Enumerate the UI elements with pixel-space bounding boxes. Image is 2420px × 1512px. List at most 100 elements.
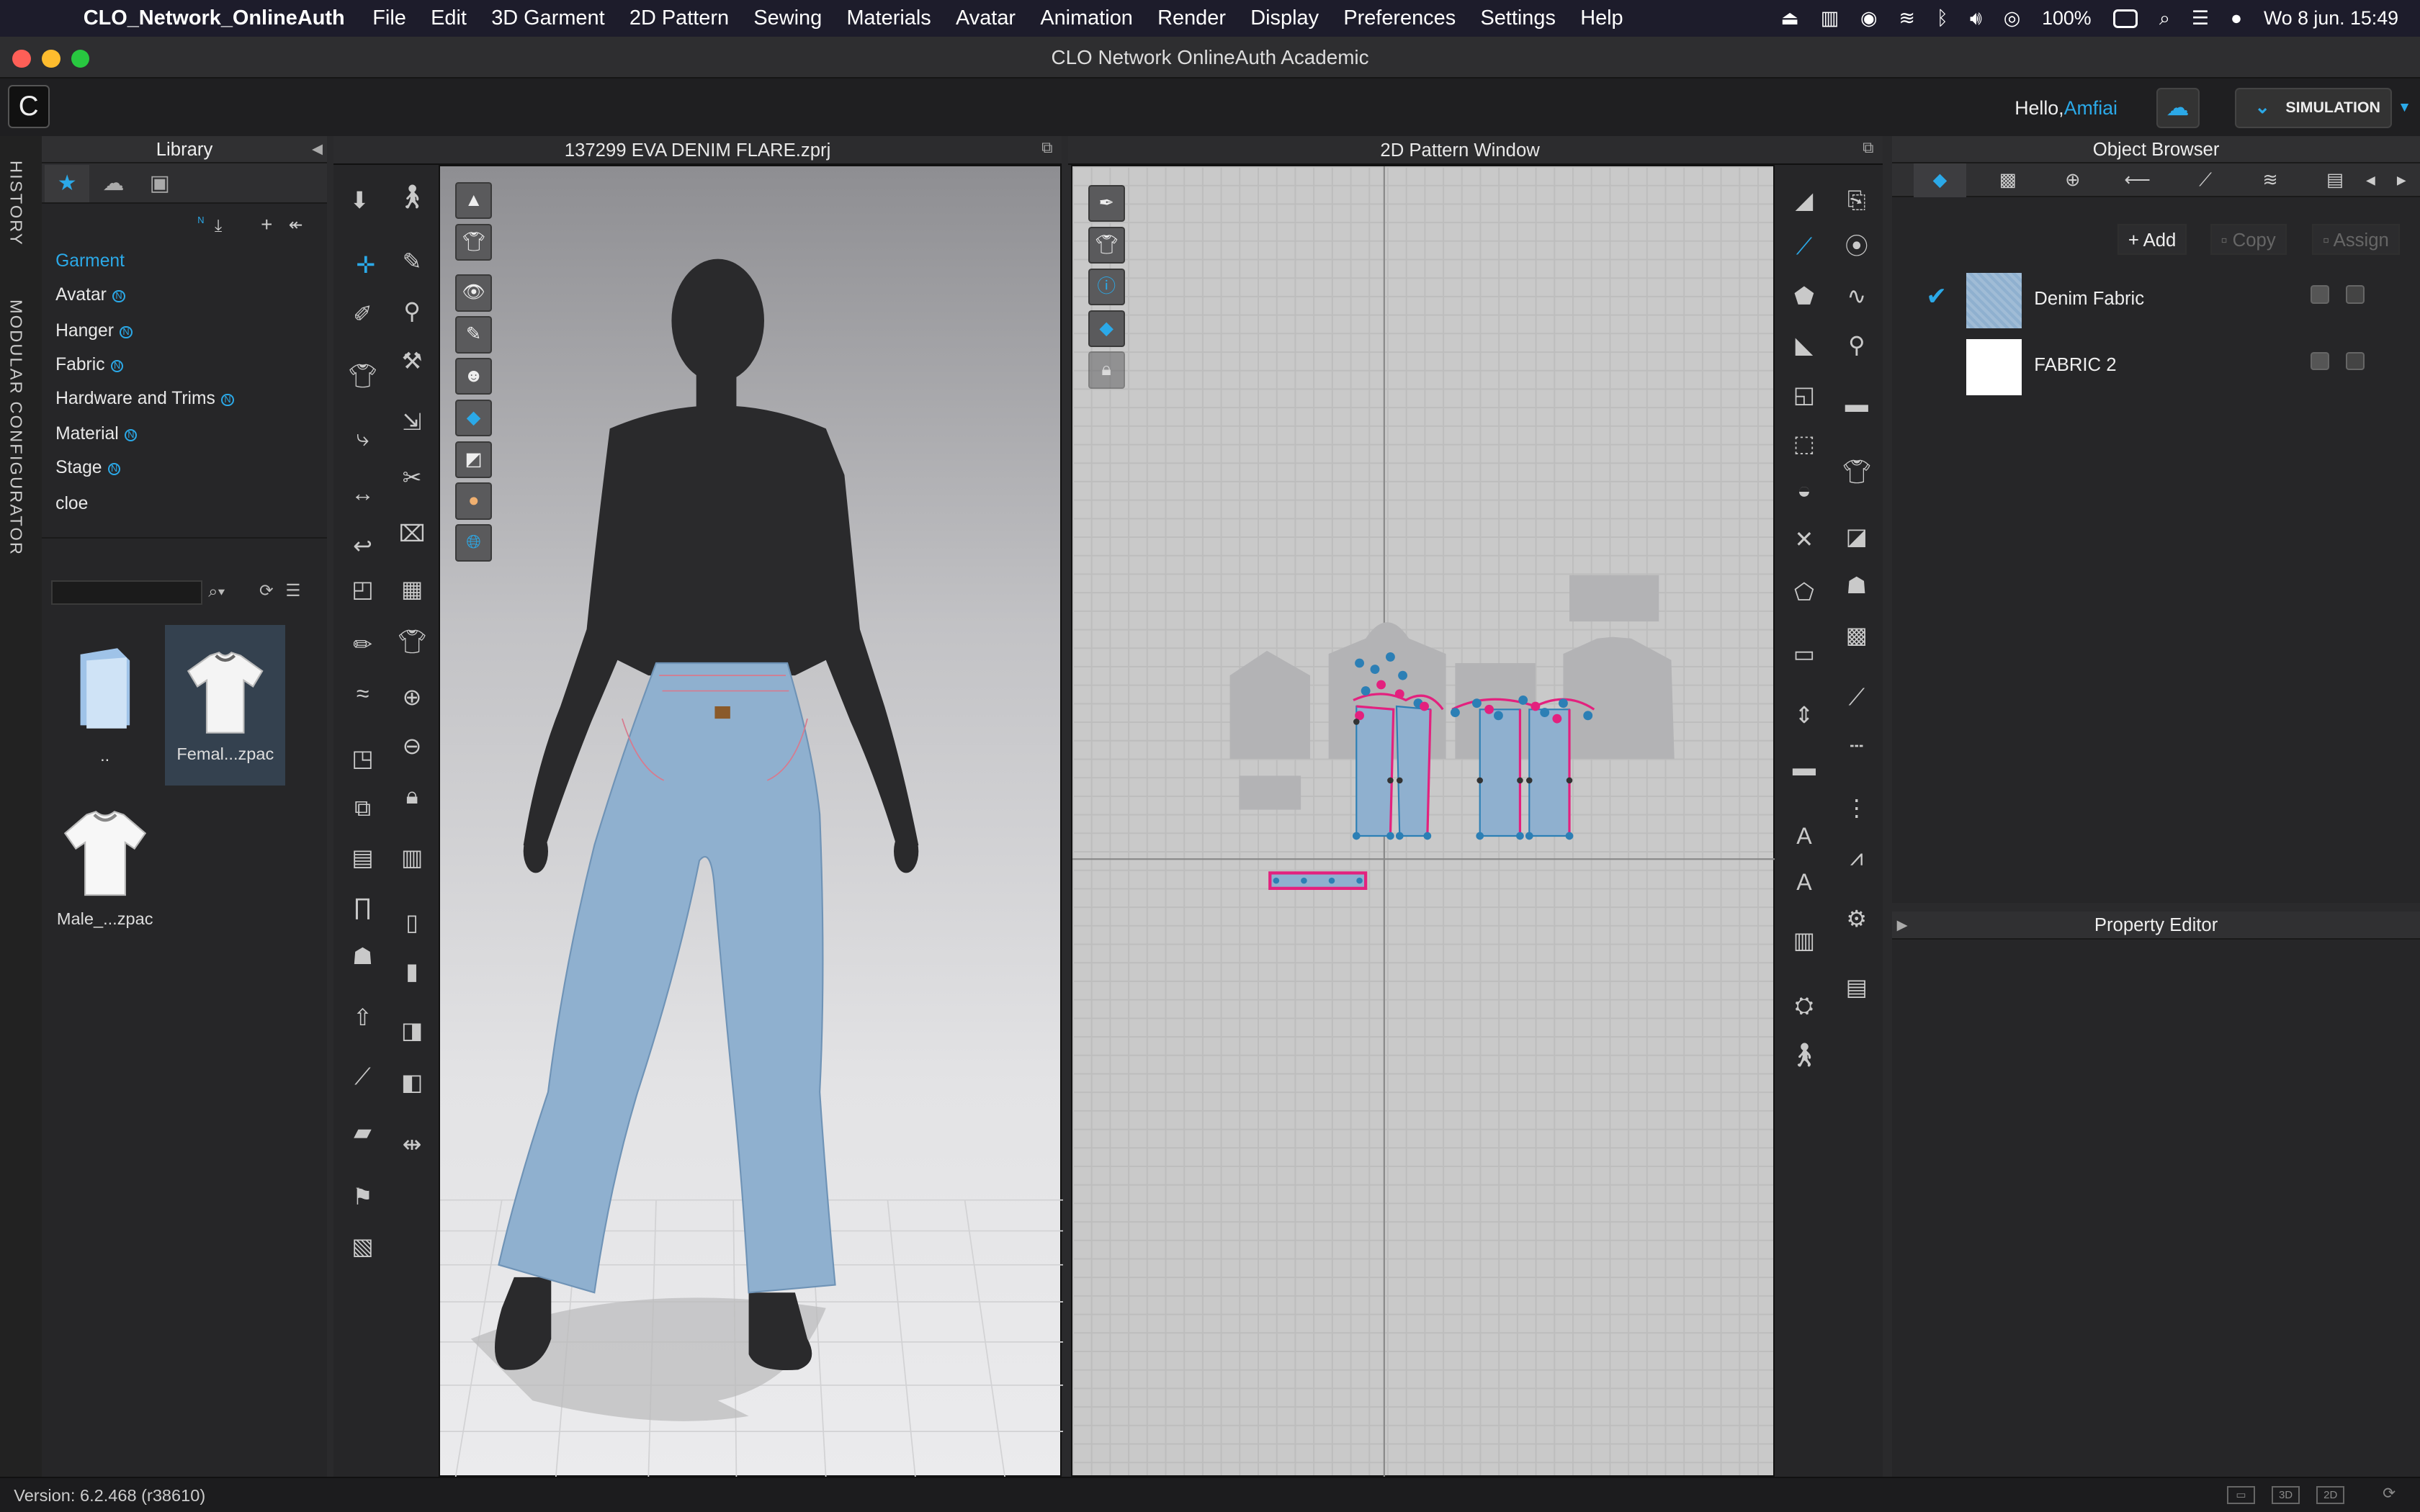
ruler-icon[interactable]: ⇕ — [1784, 696, 1824, 736]
avatar-3d-scene[interactable] — [439, 166, 1064, 1478]
store-bag-icon[interactable]: ▣ — [138, 165, 182, 202]
menu-animation[interactable]: Animation — [1040, 6, 1133, 30]
ruler-bend-icon[interactable]: ⟋ — [343, 1057, 383, 1097]
pattern-2d-window[interactable]: ✒ 👕︎ ⓘ ◆ 🔒︎ — [1071, 165, 1777, 1478]
fabric-copy-icon[interactable] — [2310, 351, 2329, 371]
gradient-icon[interactable]: ◨ — [392, 1011, 432, 1051]
library-search-input[interactable] — [50, 580, 202, 605]
show-pattern-icon[interactable]: ✎ — [454, 316, 493, 354]
edit-point-icon[interactable]: ⟋ — [1784, 227, 1824, 267]
buttonhole-icon[interactable]: ⊖ — [392, 726, 432, 767]
library-item-cloe[interactable]: cloe — [55, 494, 88, 514]
topstitch-tab-icon[interactable]: ⟋ — [2179, 163, 2232, 197]
cloud-library-icon[interactable]: ☁ — [91, 165, 135, 202]
transform-icon[interactable]: ⎘ — [1837, 181, 1877, 221]
library-file-male-zpac[interactable]: Male_...zpac — [45, 790, 165, 950]
expand-panel-icon[interactable]: ▶ — [1897, 917, 1908, 934]
puckering-tab-icon[interactable]: ≋ — [2244, 163, 2297, 197]
buttonhole-tab-icon[interactable]: ⟵ — [2111, 163, 2164, 197]
needle-icon[interactable]: ✂ — [392, 458, 432, 498]
run-icon[interactable]: ⇲ — [392, 402, 432, 443]
zipper-icon[interactable]: ⧉ — [343, 788, 383, 829]
show-fabric-icon[interactable]: ◆ — [454, 399, 493, 437]
search-icon[interactable]: ⌕▾ — [208, 582, 225, 601]
shaded-view-icon[interactable]: ▲ — [454, 181, 493, 220]
internal-polygon-icon[interactable]: ◱ — [1784, 375, 1824, 415]
pin-icon[interactable]: ⚲ — [392, 292, 432, 332]
rectangle-icon[interactable]: ◣ — [1784, 325, 1824, 366]
grid-pattern-icon[interactable]: ▩ — [1837, 616, 1877, 656]
pattern-canvas[interactable] — [1072, 166, 1777, 1478]
tape-icon[interactable]: ▰ — [343, 1112, 383, 1153]
library-file-parent-folder[interactable]: .. — [45, 626, 165, 787]
avatar-pattern-icon[interactable]: ☗ — [1837, 566, 1877, 606]
polygon-icon[interactable]: ⬟ — [1784, 276, 1824, 317]
pattern-lock-icon[interactable]: 🔒︎ — [1088, 351, 1125, 389]
bluetooth-icon[interactable]: ᛒ — [1937, 7, 1948, 30]
show-trims-icon[interactable]: ◩ — [454, 441, 493, 479]
popout-icon[interactable]: ⧉ — [1863, 139, 1873, 157]
lock-icon[interactable]: 🔒︎ — [392, 776, 432, 816]
clock[interactable]: Wo 8 jun. 15:49 — [2264, 7, 2398, 30]
shirt-check-icon[interactable]: 👕︎ — [392, 622, 432, 662]
sync-status-icon[interactable]: ⟳ — [2375, 1485, 2403, 1505]
graphic-tab-icon[interactable]: ▩ — [1981, 163, 2034, 197]
fabric-pattern-icon[interactable]: ◪ — [1837, 517, 1877, 557]
play-icon[interactable]: ◉ — [1860, 7, 1877, 30]
stitch-icon[interactable]: ⋮ — [1837, 788, 1877, 829]
refresh-icon[interactable]: ⟳ — [259, 580, 274, 600]
shirt-layer-icon[interactable]: ▤ — [343, 838, 383, 878]
texture-icon[interactable]: ▦ — [392, 570, 432, 610]
lasso-icon[interactable]: ✐ — [343, 294, 383, 335]
grade-icon[interactable]: ▥ — [1784, 921, 1824, 961]
trim-icon[interactable]: ▥ — [392, 838, 432, 878]
sew-curve-icon[interactable]: ∿ — [1837, 276, 1877, 317]
avatar-measure-icon[interactable]: ⚙ — [1837, 899, 1877, 940]
viewport-3d[interactable]: ▲ 👕︎ 👁 ✎ ☻ ◆ ◩ ● 🌐︎ — [438, 165, 1064, 1478]
menu-settings[interactable]: Settings — [1480, 6, 1555, 30]
dart-icon[interactable]: ◒ — [1784, 471, 1824, 511]
dashed-line-icon[interactable]: ┄ — [1837, 726, 1877, 767]
fold-icon[interactable]: ⤷ — [343, 418, 383, 459]
app-menu[interactable]: CLO_Network_OnlineAuth — [84, 6, 345, 30]
spray-icon[interactable]: ≈ — [343, 674, 383, 714]
single-view-button[interactable]: ▭ — [2227, 1485, 2255, 1505]
internal-rect-icon[interactable]: ⬚ — [1784, 424, 1824, 464]
simulate-down-icon[interactable]: ⬇ — [339, 181, 380, 221]
wifi-icon[interactable]: ≋ — [1899, 7, 1914, 30]
info-icon[interactable]: ⓘ — [1088, 268, 1125, 306]
airplay-icon[interactable]: ⏏ — [1780, 7, 1798, 30]
popout-icon[interactable]: ⧉ — [1041, 139, 1052, 157]
show-avatar-skin-icon[interactable]: ● — [454, 482, 493, 520]
measure-icon[interactable]: ↔ — [343, 474, 383, 514]
pattern-pen-icon[interactable]: ✒ — [1088, 184, 1125, 222]
add-folder-icon[interactable]: + — [261, 213, 272, 236]
pattern-fabric-icon[interactable]: ◆ — [1088, 310, 1125, 347]
menu-help[interactable]: Help — [1580, 6, 1623, 30]
avatar-pose-icon[interactable]: 🚶︎ — [392, 177, 432, 217]
pin-pattern-icon[interactable]: ⚲ — [1837, 325, 1877, 366]
scroll-right-icon[interactable]: ▸ — [2386, 163, 2417, 197]
notch-icon[interactable]: ▭ — [1784, 634, 1824, 675]
pants-icon[interactable]: ∏ — [343, 887, 383, 927]
shirt-stripe-icon[interactable]: ▧ — [343, 1227, 383, 1267]
show-avatar-icon[interactable]: ☻ — [454, 357, 493, 395]
shirt-hanger-icon[interactable]: ⚑ — [343, 1177, 383, 1218]
panel-icon[interactable]: ◧ — [392, 1063, 432, 1103]
volume-icon[interactable]: 🔊︎ — [1970, 7, 1982, 30]
library-item-hardware-trims[interactable]: Hardware and Trims N — [55, 389, 234, 409]
button-icon[interactable]: ⊕ — [392, 678, 432, 718]
edit-curve-icon[interactable]: ⦿ — [1837, 227, 1877, 267]
camera-icon[interactable]: ⌧ — [392, 514, 432, 554]
menu-file[interactable]: File — [372, 6, 406, 30]
shirt-arrow-icon[interactable]: ⇧ — [343, 998, 383, 1038]
zigzag-icon[interactable]: ⩘ — [1837, 838, 1877, 878]
download-icon[interactable]: ⤓ — [215, 216, 222, 235]
iron-icon[interactable]: ▬ — [1837, 384, 1877, 425]
gift-icon[interactable]: ▤ — [1837, 968, 1877, 1008]
fabric-delete-icon[interactable] — [2346, 285, 2365, 305]
garment-view-icon[interactable]: 👕︎ — [454, 223, 493, 261]
scroll-left-icon[interactable]: ◂ — [2355, 163, 2386, 197]
layer-icon[interactable]: ◳ — [343, 739, 383, 779]
cloud-sync-button[interactable]: ☁ — [2156, 88, 2200, 128]
